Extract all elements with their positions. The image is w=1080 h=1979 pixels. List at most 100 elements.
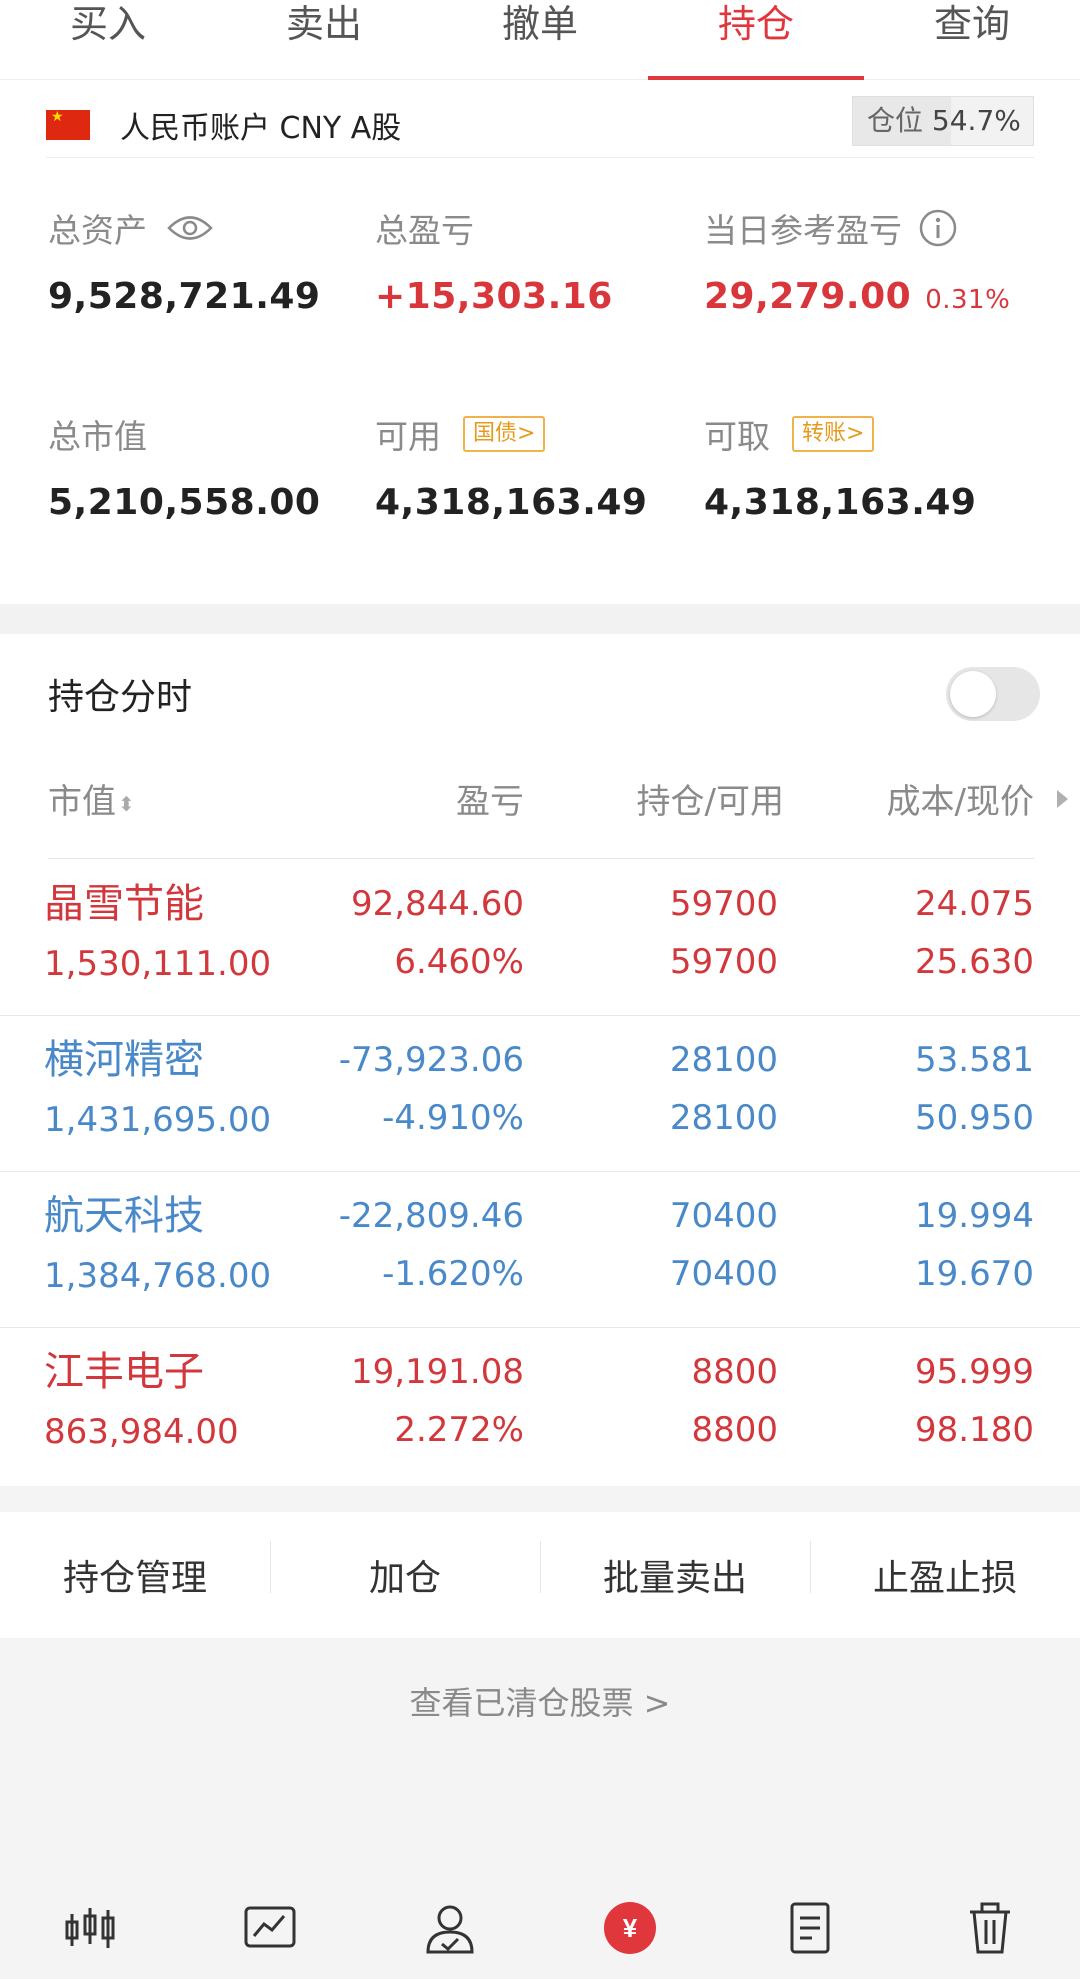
stock-name: 江丰电子 xyxy=(44,1349,204,1395)
nav-trade[interactable]: ¥ xyxy=(594,1898,666,1958)
stock-market-value: 1,530,111.00 xyxy=(44,944,272,984)
holding-intraday-toggle[interactable] xyxy=(946,667,1040,721)
total-pl-cell: 总盈亏 +15,303.16 xyxy=(375,206,613,317)
holdings-table-header: 市值 ⬍ 盈亏 持仓/可用 成本/现价 xyxy=(0,772,1080,832)
total-pl-value: +15,303.16 xyxy=(375,276,613,317)
holding-intraday-row: 持仓分时 xyxy=(48,664,1040,724)
daily-pl-label: 当日参考盈亏 xyxy=(704,211,902,250)
stock-market-value: 1,431,695.00 xyxy=(44,1100,272,1140)
nav-market[interactable] xyxy=(54,1898,126,1958)
take-profit-stop-loss-button[interactable]: 止盈止损 xyxy=(810,1541,1080,1601)
daily-pl-value: 29,279.00 xyxy=(704,276,912,317)
withdrawable-label: 可取 xyxy=(704,417,770,456)
table-row[interactable]: 航天科技 1,384,768.00 -22,809.46 -1.620% 704… xyxy=(0,1172,1080,1328)
stock-market-value: 863,984.00 xyxy=(44,1412,239,1452)
daily-pl-pct: 0.31% xyxy=(925,285,1011,315)
trash-icon xyxy=(970,1902,1010,1954)
trade-tabs: 买入 卖出 撤单 持仓 查询 xyxy=(0,0,1080,80)
stock-available: 70400 xyxy=(669,1254,778,1294)
position-value: 54.7% xyxy=(931,104,1021,137)
account-row[interactable]: 人民币账户 CNY A股 仓位 54.7% xyxy=(46,92,1034,158)
bottom-nav: ¥ xyxy=(0,1898,1080,1979)
nav-more[interactable] xyxy=(954,1898,1026,1958)
market-value-value: 5,210,558.00 xyxy=(48,482,321,523)
stock-name: 航天科技 xyxy=(44,1193,204,1239)
manage-holdings-button[interactable]: 持仓管理 xyxy=(0,1549,270,1601)
stock-pl-pct: -1.620% xyxy=(382,1254,524,1294)
available-value: 4,318,163.49 xyxy=(375,482,648,523)
stock-pl: -73,923.06 xyxy=(338,1040,524,1080)
holdings-list: 晶雪节能 1,530,111.00 92,844.60 6.460% 59700… xyxy=(0,860,1080,1484)
table-row[interactable]: 晶雪节能 1,530,111.00 92,844.60 6.460% 59700… xyxy=(0,860,1080,1016)
tab-cancel-order[interactable]: 撤单 xyxy=(432,0,648,79)
stock-cost: 53.581 xyxy=(915,1040,1034,1080)
market-value-cell: 总市值 5,210,558.00 xyxy=(48,412,320,523)
nav-account[interactable] xyxy=(414,1898,486,1958)
stock-cost: 19.994 xyxy=(915,1196,1034,1236)
tab-buy[interactable]: 买入 xyxy=(0,0,216,79)
stock-market-value: 1,384,768.00 xyxy=(44,1256,272,1296)
stock-cost: 95.999 xyxy=(915,1352,1034,1392)
table-row[interactable]: 横河精密 1,431,695.00 -73,923.06 -4.910% 281… xyxy=(0,1016,1080,1172)
stock-pl-pct: -4.910% xyxy=(382,1098,524,1138)
stock-price: 98.180 xyxy=(915,1410,1034,1450)
stock-name: 横河精密 xyxy=(44,1037,204,1083)
stock-pl: 92,844.60 xyxy=(350,884,524,924)
account-label: 人民币账户 CNY A股 xyxy=(120,110,402,146)
nav-news[interactable] xyxy=(774,1898,846,1958)
tab-sell[interactable]: 卖出 xyxy=(216,0,432,79)
chart-icon xyxy=(244,1906,296,1948)
tab-holdings[interactable]: 持仓 xyxy=(648,0,864,80)
sort-icon: ⬍ xyxy=(118,791,135,816)
section-divider xyxy=(0,604,1080,634)
china-flag-icon xyxy=(46,108,90,140)
batch-sell-button[interactable]: 批量卖出 xyxy=(540,1541,810,1601)
yuan-symbol: ¥ xyxy=(623,1913,638,1943)
column-hold[interactable]: 持仓/可用 xyxy=(637,772,784,832)
column-pl[interactable]: 盈亏 xyxy=(456,772,524,832)
market-value-label: 总市值 xyxy=(48,417,147,456)
stock-hold: 59700 xyxy=(669,884,778,924)
stock-pl: 19,191.08 xyxy=(350,1352,524,1392)
stock-name: 晶雪节能 xyxy=(44,881,204,927)
info-icon[interactable] xyxy=(918,208,958,248)
daily-pl-cell: 当日参考盈亏 29,279.00 0.31% xyxy=(704,206,1010,317)
total-assets-label: 总资产 xyxy=(48,211,147,250)
available-label: 可用 xyxy=(375,417,441,456)
stock-price: 25.630 xyxy=(915,942,1034,982)
user-icon xyxy=(426,1905,474,1954)
header-divider xyxy=(48,858,1034,859)
column-cost[interactable]: 成本/现价 xyxy=(887,772,1034,832)
holdings-action-bar: 持仓管理 加仓 批量卖出 止盈止损 xyxy=(0,1512,1080,1638)
withdrawable-cell: 可取 转账> 4,318,163.49 xyxy=(704,412,976,523)
stock-hold: 28100 xyxy=(669,1040,778,1080)
table-row[interactable]: 江丰电子 863,984.00 19,191.08 2.272% 8800 88… xyxy=(0,1328,1080,1484)
stock-pl: -22,809.46 xyxy=(338,1196,524,1236)
stock-available: 59700 xyxy=(669,942,778,982)
nav-chart[interactable] xyxy=(234,1898,306,1958)
scroll-right-icon[interactable] xyxy=(1057,790,1068,808)
stock-price: 50.950 xyxy=(915,1098,1034,1138)
section-divider xyxy=(0,1486,1080,1512)
document-icon xyxy=(790,1902,830,1954)
withdrawable-value: 4,318,163.49 xyxy=(704,482,977,523)
position-ratio-badge: 仓位 54.7% xyxy=(852,96,1034,146)
stock-price: 19.670 xyxy=(915,1254,1034,1294)
position-label: 仓位 xyxy=(867,104,924,137)
view-cleared-stocks-link[interactable]: 查看已清仓股票 > xyxy=(0,1678,1080,1724)
stock-available: 28100 xyxy=(669,1098,778,1138)
tab-query[interactable]: 查询 xyxy=(864,0,1080,79)
kline-icon xyxy=(65,1908,115,1948)
eye-icon[interactable] xyxy=(167,213,213,243)
stock-available: 8800 xyxy=(691,1410,778,1450)
available-cell: 可用 国债> 4,318,163.49 xyxy=(375,412,647,523)
column-market-value[interactable]: 市值 ⬍ xyxy=(48,772,135,832)
stock-pl-pct: 2.272% xyxy=(394,1410,524,1450)
stock-cost: 24.075 xyxy=(915,884,1034,924)
treasury-bond-tag[interactable]: 国债> xyxy=(463,416,546,452)
stock-pl-pct: 6.460% xyxy=(394,942,524,982)
add-position-button[interactable]: 加仓 xyxy=(270,1541,540,1601)
stock-hold: 70400 xyxy=(669,1196,778,1236)
transfer-tag[interactable]: 转账> xyxy=(792,416,875,452)
column-market-value-label: 市值 xyxy=(48,782,116,822)
